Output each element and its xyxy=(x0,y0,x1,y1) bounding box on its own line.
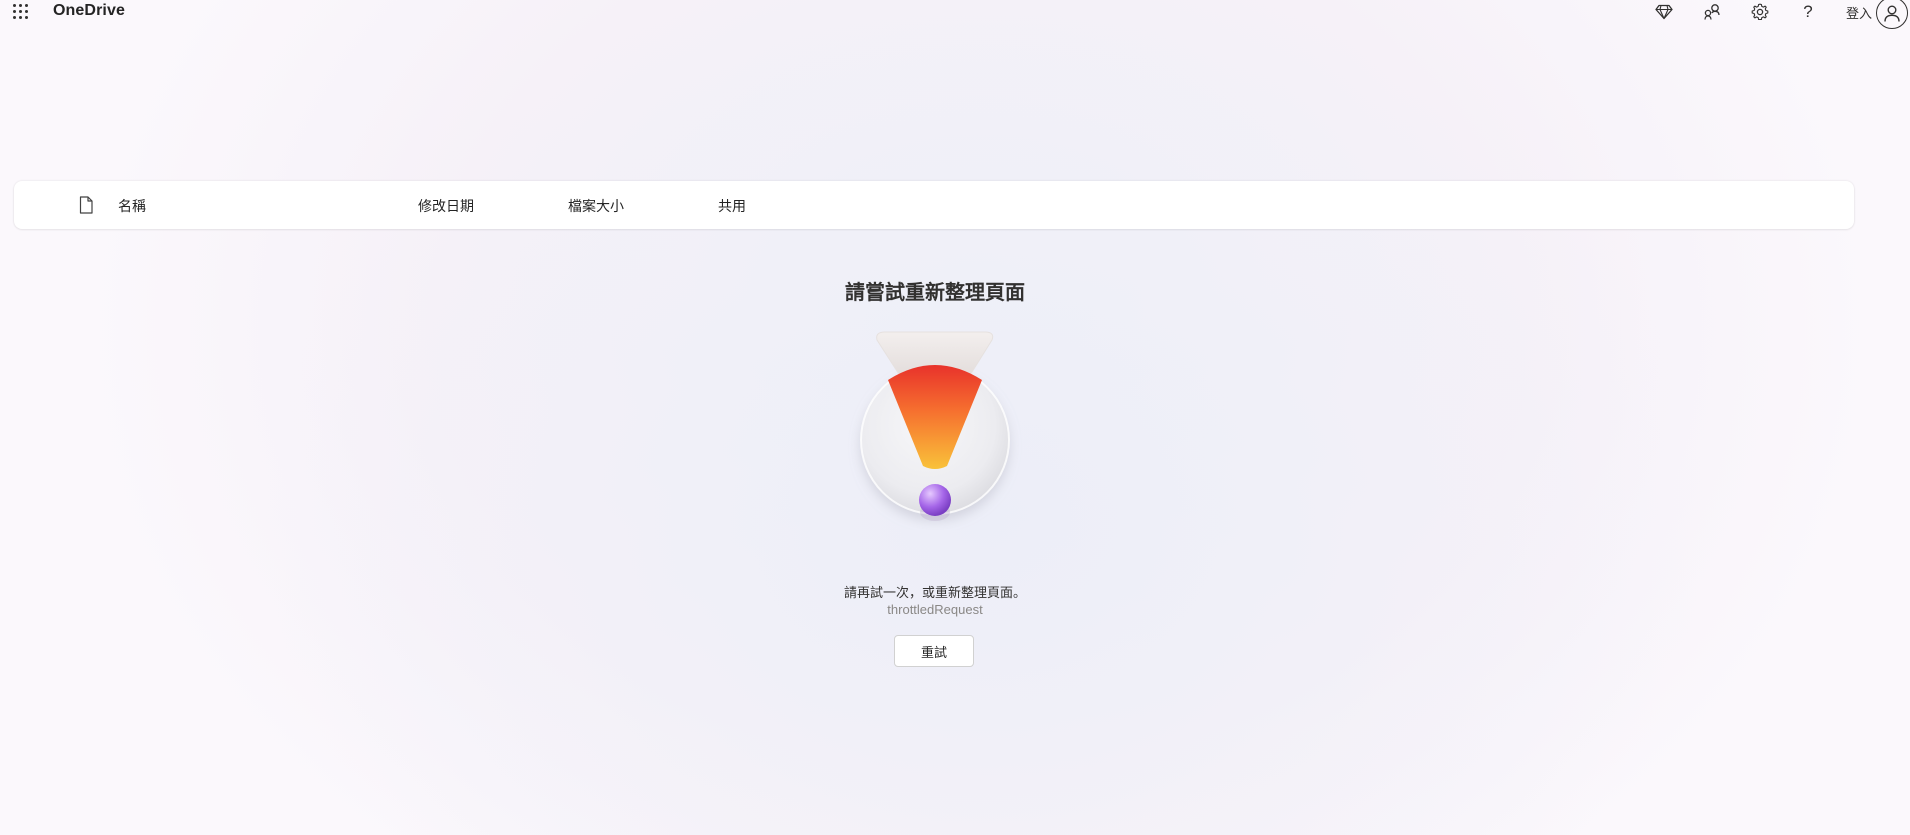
top-bar-actions: ? 登入 xyxy=(1628,0,1910,29)
file-type-icon[interactable] xyxy=(78,196,94,214)
file-list-header: 名稱 修改日期 檔案大小 共用 xyxy=(14,181,1854,229)
column-header-name[interactable]: 名稱 xyxy=(118,196,146,216)
help-icon[interactable]: ? xyxy=(1796,0,1820,24)
app-launcher-icon[interactable] xyxy=(13,4,29,20)
help-glyph: ? xyxy=(1803,2,1813,21)
error-title: 請嘗試重新整理頁面 xyxy=(845,282,1025,304)
error-message: 請再試一次，或重新整理頁面。 xyxy=(843,585,1026,600)
person-icon xyxy=(1884,5,1900,22)
avatar[interactable] xyxy=(1876,0,1908,29)
app-title[interactable]: OneDrive xyxy=(53,2,125,20)
retry-button[interactable]: 重試 xyxy=(894,635,974,667)
gear-icon[interactable] xyxy=(1748,0,1772,24)
share-connect-icon[interactable] xyxy=(1700,0,1724,24)
error-exclamation-illustration xyxy=(860,331,1010,521)
column-header-size[interactable]: 檔案大小 xyxy=(568,196,624,216)
premium-diamond-icon[interactable] xyxy=(1652,0,1676,24)
sign-in-link[interactable]: 登入 xyxy=(1846,3,1872,22)
top-bar: OneDrive ? 登入 xyxy=(0,0,1910,29)
error-code: throttledRequest xyxy=(887,602,983,617)
column-header-modified[interactable]: 修改日期 xyxy=(418,196,474,216)
column-header-sharing[interactable]: 共用 xyxy=(718,196,746,216)
